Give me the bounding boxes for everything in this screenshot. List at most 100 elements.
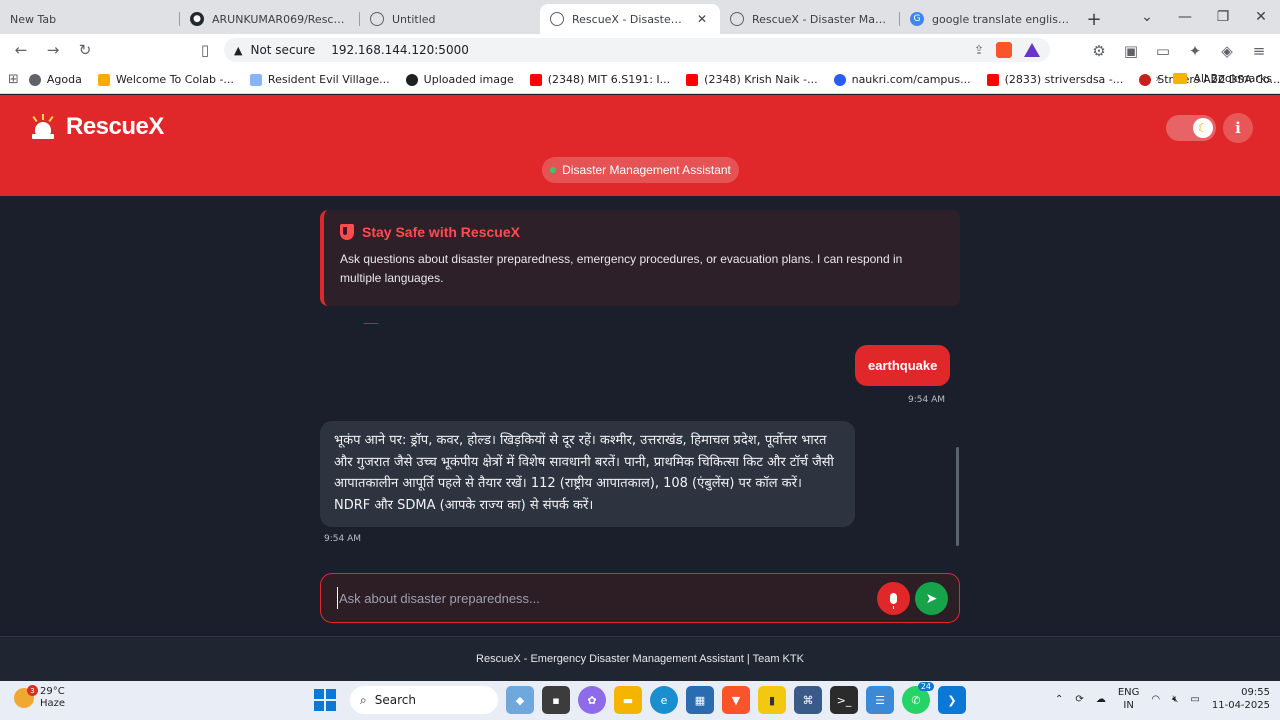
vscode-alt-icon[interactable]: ⌘: [794, 686, 822, 714]
siren-icon: [30, 114, 56, 140]
clock[interactable]: 09:55 11-04-2025: [1212, 686, 1270, 712]
tuf-icon: [1139, 73, 1152, 86]
share-icon[interactable]: ⇪: [974, 43, 984, 57]
send-button[interactable]: ➤: [915, 582, 948, 615]
wallet-icon[interactable]: ▭: [1150, 38, 1176, 64]
minimize-icon[interactable]: —: [1166, 9, 1204, 25]
microphone-icon: [890, 593, 897, 609]
info-button[interactable]: i: [1223, 113, 1253, 143]
bookmark-item[interactable]: (2348) Krish Naik -...: [680, 73, 823, 86]
new-tab-button[interactable]: +: [1080, 4, 1108, 34]
windows-taskbar: 3 29°C Haze ⌕ Search ◆ ▪ ✿ ▬ e ▦ ▼ ▮ ⌘ >…: [0, 681, 1280, 720]
moon-icon: ☾: [1193, 118, 1213, 138]
youtube-icon: [986, 73, 999, 86]
bookmarks-bar: ⊞ Agoda Welcome To Colab -... Resident E…: [0, 66, 1280, 94]
store-icon[interactable]: ▦: [686, 686, 714, 714]
window-controls: ⌄ — ❐ ✕: [1128, 0, 1280, 34]
sidebar-icon[interactable]: ▣: [1118, 38, 1144, 64]
whatsapp-icon[interactable]: ✆ 24: [902, 682, 934, 714]
address-bar[interactable]: ▲ Not secure 192.168.144.120:5000 ⇪: [224, 38, 1050, 62]
tab-search-icon[interactable]: ⌄: [1128, 9, 1166, 25]
app-footer: RescueX - Emergency Disaster Management …: [0, 636, 1280, 681]
voice-input-button[interactable]: [877, 582, 910, 615]
tab-title: RescueX - Disaster Managemen: [752, 12, 890, 26]
clipped-message-meta: [324, 318, 384, 324]
weather-condition: Haze: [40, 698, 66, 709]
globe-icon: [550, 12, 564, 26]
close-tab-icon[interactable]: ✕: [694, 12, 710, 26]
vscode-icon[interactable]: ❯: [938, 686, 966, 714]
send-icon: ➤: [925, 590, 938, 607]
taskbar-search[interactable]: ⌕ Search: [350, 686, 498, 714]
vpn-icon[interactable]: ◈: [1214, 38, 1240, 64]
bookmark-item[interactable]: Welcome To Colab -...: [92, 73, 240, 86]
all-bookmarks[interactable]: All Bookmarks: [1173, 72, 1272, 85]
search-icon: ⌕: [360, 692, 367, 707]
brave-icon[interactable]: ▼: [722, 686, 750, 714]
leo-ai-icon[interactable]: ✦: [1182, 38, 1208, 64]
tab-rescuex[interactable]: RescueX - Disaster Managemen: [720, 4, 900, 34]
bookmark-item[interactable]: (2348) MIT 6.S191: I...: [524, 73, 676, 86]
bookmark-item[interactable]: naukri.com/campus...: [828, 73, 977, 86]
reload-icon[interactable]: ↻: [72, 37, 98, 63]
edge-icon[interactable]: e: [650, 686, 678, 714]
browser-tab-strip: New Tab ● ARUNKUMAR069/RescueGrid_I Unti…: [0, 0, 1280, 34]
globe-icon: [28, 73, 41, 86]
maximize-icon[interactable]: ❐: [1204, 9, 1242, 25]
whatsapp-badge: 24: [917, 682, 934, 691]
tab-github[interactable]: ● ARUNKUMAR069/RescueGrid_I: [180, 4, 360, 34]
more-bookmarks-icon[interactable]: »: [1155, 72, 1162, 85]
notepad-icon[interactable]: ☰: [866, 686, 894, 714]
battery-icon[interactable]: ▭: [1190, 694, 1199, 705]
tab-rescuex-active[interactable]: RescueX - Disaster Manag ✕: [540, 4, 720, 34]
file-explorer-icon[interactable]: ▬: [614, 686, 642, 714]
bookmark-item[interactable]: (2833) striversdsa -...: [981, 73, 1130, 86]
widgets-icon[interactable]: ◆: [506, 686, 534, 714]
forward-icon[interactable]: →: [40, 37, 66, 63]
cloud-icon[interactable]: ☁: [1096, 694, 1106, 705]
terminal-icon[interactable]: >_: [830, 686, 858, 714]
bookmark-item[interactable]: Resident Evil Village...: [244, 73, 396, 86]
apps-grid-icon[interactable]: ⊞: [8, 72, 19, 87]
bookmark-icon[interactable]: ▯: [192, 37, 218, 63]
browser-toolbar: ← → ↻ ▯ ▲ Not secure 192.168.144.120:500…: [0, 34, 1280, 66]
openai-icon: [405, 73, 418, 86]
weather-widget[interactable]: 3 29°C Haze: [14, 685, 66, 710]
sync-icon[interactable]: ⟳: [1075, 694, 1083, 705]
tab-google-translate[interactable]: G google translate english to hin: [900, 4, 1080, 34]
bot-message: भूकंप आने पर: ड्रॉप, कवर, होल्ड। खिड़किय…: [320, 421, 855, 527]
powerbi-icon[interactable]: ▮: [758, 686, 786, 714]
security-label[interactable]: Not secure: [250, 43, 315, 57]
user-message: earthquake: [855, 345, 951, 386]
menu-icon[interactable]: ≡: [1246, 38, 1272, 64]
extensions-icon[interactable]: ⚙: [1086, 38, 1112, 64]
warning-icon[interactable]: ▲: [234, 44, 242, 57]
task-view-icon[interactable]: ▪: [542, 686, 570, 714]
github-icon: ●: [190, 12, 204, 26]
safety-notice: Stay Safe with RescueX Ask questions abo…: [320, 210, 960, 306]
shield-icon: [340, 224, 354, 240]
bookmark-item[interactable]: Uploaded image: [400, 73, 520, 86]
message-input[interactable]: [337, 587, 857, 609]
wifi-icon[interactable]: ◠: [1151, 694, 1160, 705]
badge-label: Disaster Management Assistant: [562, 163, 731, 177]
chevron-up-icon[interactable]: ⌃: [1055, 694, 1063, 705]
back-icon[interactable]: ←: [8, 37, 34, 63]
copilot-icon[interactable]: ✿: [578, 686, 606, 714]
tab-title: ARUNKUMAR069/RescueGrid_I: [212, 12, 350, 26]
language-indicator[interactable]: ENG IN: [1118, 686, 1140, 712]
folder-icon: [1173, 73, 1188, 84]
brave-shields-icon[interactable]: [996, 42, 1012, 58]
close-window-icon[interactable]: ✕: [1242, 9, 1280, 25]
chat-scrollbar[interactable]: [956, 447, 959, 546]
bookmark-item[interactable]: Agoda: [23, 73, 88, 86]
brave-rewards-icon[interactable]: [1024, 43, 1040, 57]
tab-new-tab[interactable]: New Tab: [0, 4, 180, 34]
url-text[interactable]: 192.168.144.120:5000: [331, 43, 469, 57]
logo[interactable]: RescueX: [30, 113, 164, 141]
brand-name: RescueX: [66, 113, 164, 140]
start-menu-icon[interactable]: [314, 689, 336, 711]
tab-untitled[interactable]: Untitled: [360, 4, 540, 34]
volume-muted-icon[interactable]: 🔇︎: [1172, 694, 1178, 705]
theme-toggle[interactable]: ☾: [1166, 115, 1216, 141]
